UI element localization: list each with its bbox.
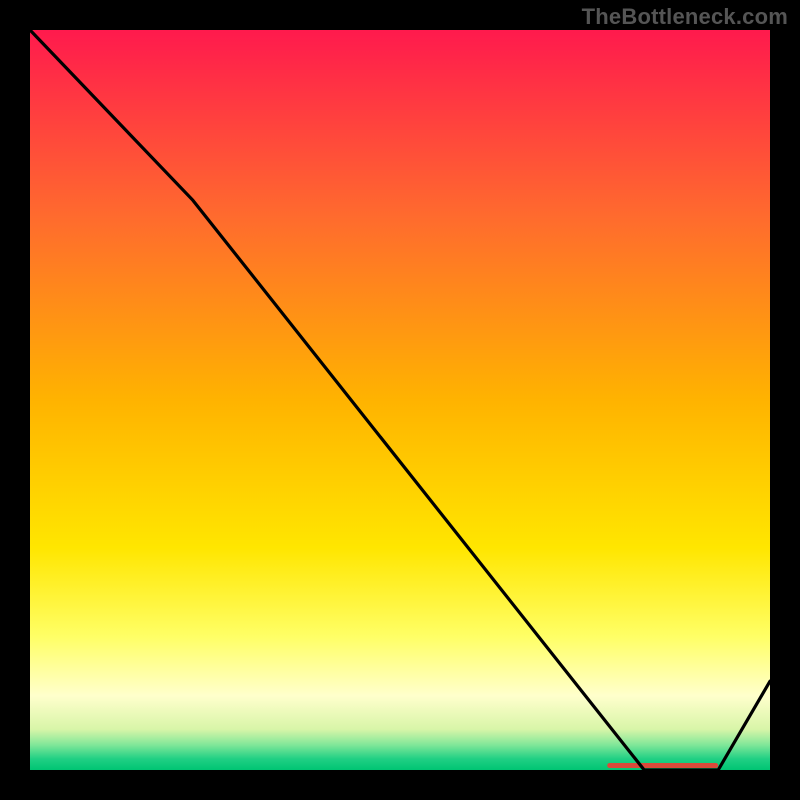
plot-background [30,30,770,770]
chart-canvas [0,0,800,800]
watermark-text: TheBottleneck.com [582,4,788,30]
chart-stage: TheBottleneck.com [0,0,800,800]
optimal-range-marker [607,763,718,768]
